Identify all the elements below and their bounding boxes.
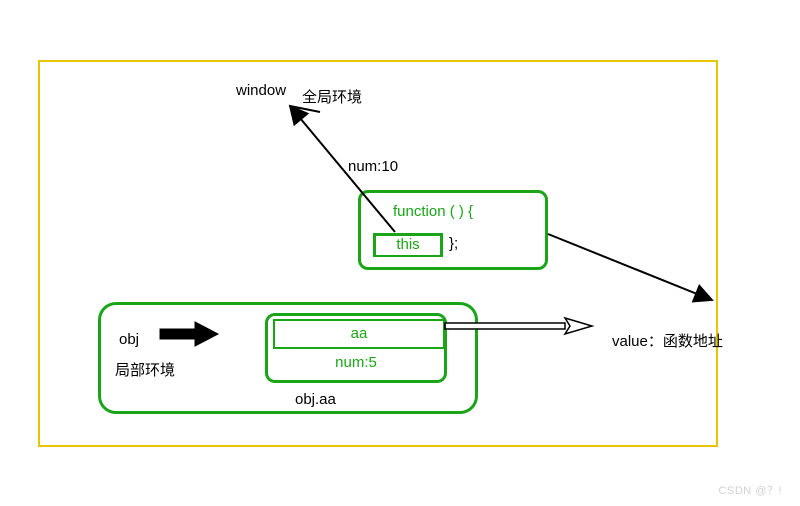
function-open-text: function ( ) { <box>393 203 473 220</box>
num-global-label: num:10 <box>348 158 398 175</box>
obj-scope-box: obj 局部环境 aa num:5 obj.aa <box>98 302 478 414</box>
local-env-label: 局部环境 <box>115 359 175 380</box>
obj-inner-box: aa num:5 <box>265 313 447 383</box>
obj-aa-row: aa <box>273 319 445 349</box>
window-label: window <box>236 82 286 99</box>
obj-label: obj <box>119 331 139 348</box>
obj-num-row: num:5 <box>268 354 444 371</box>
function-box: function ( ) { this }; <box>358 190 548 270</box>
global-env-label: 全局环境 <box>302 86 362 107</box>
value-label: value：函数地址 <box>612 330 723 351</box>
function-close-text: }; <box>449 235 458 252</box>
this-box: this <box>373 233 443 257</box>
obj-aa-label: obj.aa <box>295 391 336 408</box>
watermark-text: CSDN @？! <box>719 482 782 498</box>
